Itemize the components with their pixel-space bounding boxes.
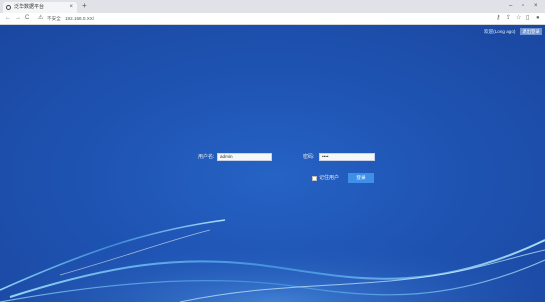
address-bar[interactable]: ⚠ 不安全 192.168.0.XX/	[38, 14, 496, 23]
remember-label: 记住用户	[319, 175, 340, 181]
back-icon[interactable]: ←	[5, 14, 11, 23]
password-input[interactable]: ••••	[319, 153, 375, 161]
profile-icon[interactable]: ●	[536, 14, 540, 23]
username-input[interactable]: admin	[217, 153, 272, 161]
tab-close-icon[interactable]: ×	[69, 3, 73, 12]
key-icon[interactable]: ⚷	[496, 14, 500, 23]
wave-decoration	[0, 195, 545, 302]
warning-icon: ⚠	[38, 15, 44, 21]
login-button[interactable]: 登录	[348, 173, 374, 183]
sidebar-icon[interactable]: ▯	[526, 14, 529, 23]
login-page: 欢迎(Long ago) 退出登录 用户名: admin 密码: •••• 记住…	[0, 25, 545, 302]
minimize-icon[interactable]: –	[509, 2, 512, 10]
close-window-icon[interactable]: ×	[534, 2, 538, 10]
share-icon[interactable]: ⇪	[506, 14, 511, 23]
browser-toolbar: ← → C ⚠ 不安全 192.168.0.XX/ ⚷ ⇪ ☆ ▯ ●	[0, 13, 545, 25]
logout-button[interactable]: 退出登录	[520, 28, 542, 35]
security-label: 不安全	[47, 16, 61, 21]
reload-icon[interactable]: C	[25, 14, 29, 23]
user-info: 欢迎(Long ago)	[484, 29, 516, 34]
browser-tab[interactable]: 泛华数据平台 ×	[3, 2, 77, 13]
tab-title: 泛华数据平台	[14, 4, 45, 10]
username-label: 用户名:	[198, 154, 215, 160]
remember-checkbox[interactable]	[312, 176, 317, 181]
browser-tab-bar: 泛华数据平台 × + – ▫ ×	[0, 0, 545, 13]
restore-icon[interactable]: ▫	[522, 2, 524, 10]
password-label: 密码:	[303, 154, 315, 160]
url-text: 192.168.0.XX/	[65, 16, 95, 21]
forward-icon[interactable]: →	[15, 14, 21, 23]
new-tab-button[interactable]: +	[82, 1, 87, 11]
globe-icon	[6, 5, 11, 10]
star-icon[interactable]: ☆	[516, 14, 521, 23]
